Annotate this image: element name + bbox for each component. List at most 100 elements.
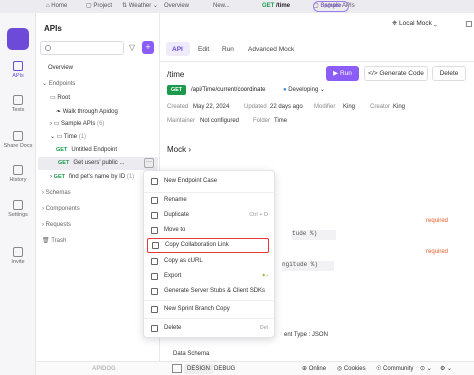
rail-apis[interactable]: APIs [0, 61, 36, 79]
creator-label: Creator [370, 104, 391, 110]
menu-delete[interactable]: Delete Del [144, 321, 276, 336]
menu-rename[interactable]: Rename [144, 193, 276, 208]
tab-home[interactable]: ⌂ Home [46, 0, 67, 13]
tab-api[interactable]: API [172, 46, 183, 53]
design-mode-button[interactable]: DESIGN [184, 364, 214, 374]
updated-label: Updated [244, 104, 267, 110]
sidebar-item-time[interactable]: ⌄ ▭ Time (1) [50, 133, 86, 141]
required-tag-2: required [426, 249, 449, 255]
tab-divider [160, 61, 474, 62]
required-tag-1: required [426, 218, 449, 224]
rail-settings[interactable]: Settings [0, 200, 36, 218]
sidebar-item-find-pets[interactable]: › GET find pet's name by ID (1) [50, 173, 134, 181]
delete-button[interactable]: Delete [432, 66, 466, 81]
menu-export[interactable]: Export ✦› [144, 269, 276, 284]
export-badge-icon: ✦› [261, 273, 268, 279]
rail-invite[interactable]: Invite [0, 247, 36, 265]
tab-advanced-mock[interactable]: Advanced Mock [248, 46, 294, 53]
sidebar-item-requests[interactable]: › Requests [42, 221, 71, 229]
modifier-label: Modifier [314, 104, 336, 110]
tab-time[interactable]: GET /time [262, 0, 290, 13]
menu-copy-collaboration-link[interactable]: Copy Collaboration Link [147, 238, 269, 253]
help-icon[interactable]: ⊙ ⌄ [420, 365, 432, 373]
cookies-button[interactable]: ◎ Cookies [337, 365, 366, 373]
tab-project[interactable]: ▢ Project [86, 0, 112, 13]
menu-generate-sdks[interactable]: Generate Server Stubs & Client SDKs [144, 284, 276, 299]
new-case-icon [151, 178, 158, 185]
rail-tests[interactable]: Tests [0, 95, 36, 113]
debug-mode-button[interactable]: DEBUG [211, 364, 238, 374]
environment-select[interactable]: ⎈ Local Mock ⌄ [392, 20, 437, 28]
sidebar-item-get-users[interactable]: GET Get users' public ... ··· [38, 157, 158, 170]
delete-icon [151, 325, 158, 332]
more-icon[interactable]: ··· [144, 158, 154, 168]
created-value: May 22, 2024 [193, 104, 230, 110]
sidebar-item-sample-apis[interactable]: › ▭ Sample APIs (6) [50, 120, 104, 128]
upgrade-button[interactable]: Upgrade [313, 1, 349, 12]
maintainer-value: Not configured [200, 118, 240, 124]
created-label: Created [167, 104, 189, 110]
panel-toggle-icon[interactable] [466, 21, 472, 27]
move-icon [151, 227, 158, 234]
creator-value: King [393, 104, 406, 110]
settings-icon [13, 200, 23, 210]
tab-overview[interactable]: Overview [164, 0, 189, 13]
run-button[interactable]: ▶ Run [326, 66, 359, 81]
history-icon [13, 165, 23, 175]
tab-run[interactable]: Run [222, 46, 234, 53]
export-icon [151, 273, 158, 280]
tests-icon [13, 95, 23, 105]
sidebar-item-root[interactable]: ▭ Root [50, 94, 70, 102]
tab-new[interactable]: New... [213, 0, 230, 13]
context-menu: New Endpoint Case Rename Duplicate Ctrl +… [143, 170, 275, 338]
add-button[interactable]: + [142, 41, 154, 54]
updated-value: 22 days ago [270, 104, 303, 110]
data-schema-title: Data Schema [173, 351, 210, 357]
filter-icon[interactable]: ▽ [129, 43, 135, 52]
endpoint-title: /time [167, 70, 185, 79]
apis-icon [13, 61, 23, 71]
generate-code-button[interactable]: </> Generate Code [364, 66, 428, 81]
search-input[interactable] [40, 41, 124, 55]
invite-icon [13, 247, 23, 257]
tab-weather[interactable]: ⇅ Weather ⌄ [122, 0, 158, 13]
menu-duplicate[interactable]: Duplicate Ctrl + D [144, 208, 276, 223]
menu-divider [144, 300, 274, 301]
share-docs-icon [13, 131, 23, 141]
menu-copy-as-curl[interactable]: Copy as cURL [144, 254, 276, 269]
branch-icon [151, 306, 158, 313]
sidebar-item-overview[interactable]: Overview [48, 64, 73, 72]
menu-new-endpoint-case[interactable]: New Endpoint Case [144, 174, 276, 189]
tab-edit[interactable]: Edit [198, 46, 209, 53]
method-badge: GET [167, 85, 186, 95]
settings-icon[interactable]: ⚙ ⌄ [440, 365, 452, 373]
folder-label: Folder [253, 118, 271, 124]
mock-section-title[interactable]: Mock › [167, 145, 191, 154]
title-bar: ⌂ Home ▢ Project ⇅ Weather ⌄ Overview Ne… [0, 0, 474, 13]
search-icon [45, 45, 51, 51]
menu-new-sprint-branch-copy[interactable]: New Sprint Branch Copy [144, 302, 276, 317]
folder-value: Time [274, 118, 288, 124]
generate-icon [151, 288, 158, 295]
rail-share-docs[interactable]: Share Docs [0, 131, 36, 149]
endpoint-path: /api/Time/current/coordinate [191, 87, 266, 93]
sidebar-toggle-icon[interactable] [172, 364, 182, 373]
sidebar-item-walk-through[interactable]: ❧ Walk through Apidog [56, 108, 118, 116]
sidebar-item-untitled[interactable]: GET Untitled Endpoint [56, 146, 117, 154]
sidebar-item-trash[interactable]: 🗑 Trash [42, 237, 66, 245]
menu-move-to[interactable]: Move to [144, 223, 276, 238]
sidebar-item-components[interactable]: › Components [42, 205, 80, 213]
status-bar: APIDOG DESIGN DEBUG ⊕ Online ◎ Cookies ☉… [36, 361, 474, 375]
sidebar-item-endpoints[interactable]: ⌄ Endpoints [42, 80, 75, 88]
online-status[interactable]: ⊕ Online [302, 365, 326, 373]
modifier-value: King [343, 104, 356, 110]
content-type: ent Type : JSON [284, 332, 328, 338]
rail-history[interactable]: History [0, 165, 36, 183]
community-button[interactable]: ☉ Community [376, 365, 413, 373]
status-select[interactable]: ● Developing ⌄ [283, 86, 325, 94]
sidebar-item-schemas[interactable]: › Schemas [42, 189, 71, 197]
link-icon [152, 242, 159, 249]
apidog-watermark: APIDOG [92, 366, 116, 372]
duplicate-icon [151, 212, 158, 219]
rename-icon [151, 197, 158, 204]
